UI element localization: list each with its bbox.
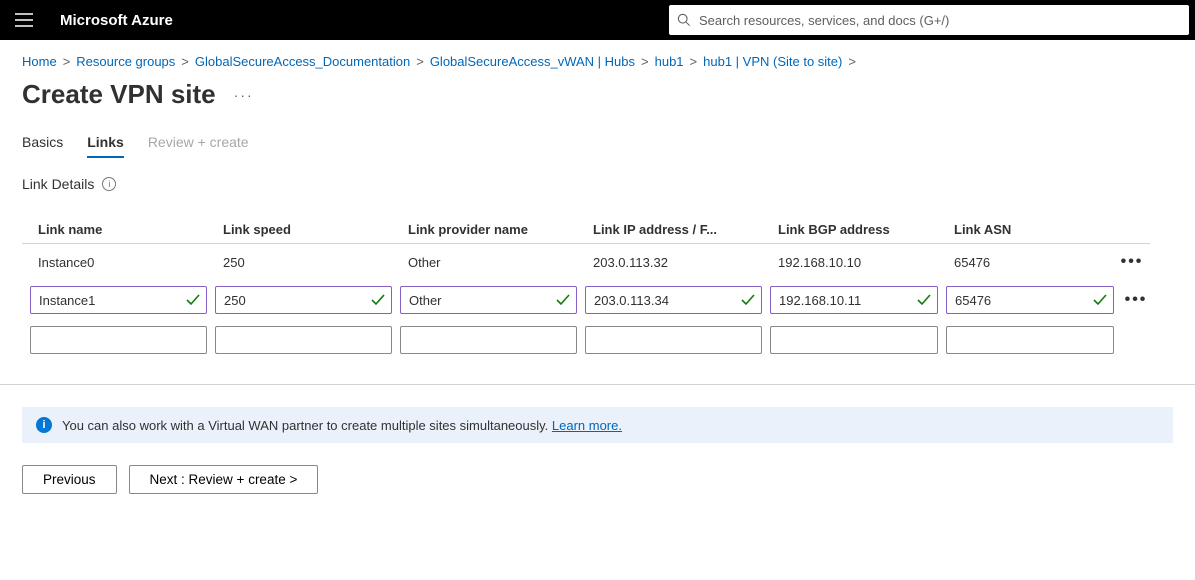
check-icon <box>917 294 931 306</box>
breadcrumb-item[interactable]: hub1 <box>655 54 684 69</box>
link-speed-input[interactable] <box>222 292 371 309</box>
chevron-right-icon: > <box>63 54 71 69</box>
link-name-field[interactable] <box>30 286 207 314</box>
info-icon[interactable]: i <box>102 177 116 191</box>
link-speed-field[interactable] <box>215 286 392 314</box>
global-search-input[interactable] <box>697 12 1181 29</box>
breadcrumb: Home > Resource groups > GlobalSecureAcc… <box>22 54 1173 69</box>
table-row-empty <box>22 320 1150 360</box>
check-icon <box>741 294 755 306</box>
table-row: Instance0 250 Other 203.0.113.32 192.168… <box>22 244 1150 280</box>
cell-link-bgp: 192.168.10.10 <box>762 255 938 270</box>
link-provider-input[interactable] <box>407 332 570 349</box>
col-link-provider: Link provider name <box>392 222 577 237</box>
link-asn-field[interactable] <box>946 326 1114 354</box>
cell-link-speed: 250 <box>207 255 392 270</box>
table-header: Link name Link speed Link provider name … <box>22 216 1150 244</box>
page-title: Create VPN site <box>22 79 216 110</box>
link-bgp-input[interactable] <box>777 332 931 349</box>
link-bgp-input[interactable] <box>777 292 917 309</box>
col-link-asn: Link ASN <box>938 222 1114 237</box>
chevron-right-icon: > <box>416 54 424 69</box>
breadcrumb-item[interactable]: GlobalSecureAccess_vWAN | Hubs <box>430 54 635 69</box>
brand-label: Microsoft Azure <box>48 12 173 29</box>
search-icon <box>677 13 691 27</box>
info-text: You can also work with a Virtual WAN par… <box>62 418 622 433</box>
link-provider-field[interactable] <box>400 286 577 314</box>
top-bar: Microsoft Azure <box>0 0 1195 40</box>
wizard-footer: Previous Next : Review + create > <box>22 465 1173 494</box>
check-icon <box>556 294 570 306</box>
check-icon <box>371 294 385 306</box>
link-ip-field[interactable] <box>585 326 762 354</box>
tab-strip: Basics Links Review + create <box>22 128 1173 158</box>
section-label: Link Details i <box>22 176 1173 192</box>
link-name-input[interactable] <box>37 332 200 349</box>
link-name-field[interactable] <box>30 326 207 354</box>
link-ip-input[interactable] <box>592 332 755 349</box>
link-asn-input[interactable] <box>953 332 1107 349</box>
section-label-text: Link Details <box>22 176 94 192</box>
breadcrumb-item[interactable]: Resource groups <box>76 54 175 69</box>
tab-basics[interactable]: Basics <box>22 128 63 158</box>
col-link-name: Link name <box>22 222 207 237</box>
row-more-actions-button[interactable]: ••• <box>1121 254 1144 270</box>
learn-more-link[interactable]: Learn more. <box>552 418 622 433</box>
chevron-right-icon: > <box>690 54 698 69</box>
menu-toggle-button[interactable] <box>0 0 48 40</box>
table-row-editing: ••• <box>22 280 1150 320</box>
chevron-right-icon: > <box>641 54 649 69</box>
next-review-create-button[interactable]: Next : Review + create > <box>129 465 319 494</box>
info-bar: i You can also work with a Virtual WAN p… <box>22 407 1173 443</box>
col-link-ip: Link IP address / F... <box>577 222 762 237</box>
link-bgp-field[interactable] <box>770 326 938 354</box>
link-speed-field[interactable] <box>215 326 392 354</box>
cell-link-name: Instance0 <box>22 255 207 270</box>
link-bgp-field[interactable] <box>770 286 938 314</box>
tab-links[interactable]: Links <box>87 128 124 158</box>
info-icon: i <box>36 417 52 433</box>
global-search[interactable] <box>669 5 1189 35</box>
row-more-actions-button[interactable]: ••• <box>1125 292 1148 308</box>
divider <box>0 384 1195 385</box>
page-title-row: Create VPN site ··· <box>22 79 1173 110</box>
chevron-right-icon: > <box>181 54 189 69</box>
col-link-bgp: Link BGP address <box>762 222 938 237</box>
previous-button[interactable]: Previous <box>22 465 117 494</box>
col-link-speed: Link speed <box>207 222 392 237</box>
check-icon <box>186 294 200 306</box>
breadcrumb-item[interactable]: Home <box>22 54 57 69</box>
link-ip-input[interactable] <box>592 292 741 309</box>
link-speed-input[interactable] <box>222 332 385 349</box>
chevron-right-icon: > <box>848 54 856 69</box>
check-icon <box>1093 294 1107 306</box>
hamburger-icon <box>15 13 33 27</box>
breadcrumb-item[interactable]: hub1 | VPN (Site to site) <box>703 54 842 69</box>
tab-review-create: Review + create <box>148 128 249 158</box>
cell-link-asn: 65476 <box>938 255 1114 270</box>
link-asn-field[interactable] <box>946 286 1114 314</box>
breadcrumb-item[interactable]: GlobalSecureAccess_Documentation <box>195 54 410 69</box>
page-more-actions-button[interactable]: ··· <box>230 83 258 107</box>
link-provider-input[interactable] <box>407 292 556 309</box>
link-provider-field[interactable] <box>400 326 577 354</box>
links-table: Link name Link speed Link provider name … <box>22 216 1150 360</box>
link-name-input[interactable] <box>37 292 186 309</box>
link-ip-field[interactable] <box>585 286 762 314</box>
cell-link-ip: 203.0.113.32 <box>577 255 762 270</box>
link-asn-input[interactable] <box>953 292 1093 309</box>
cell-link-provider: Other <box>392 255 577 270</box>
